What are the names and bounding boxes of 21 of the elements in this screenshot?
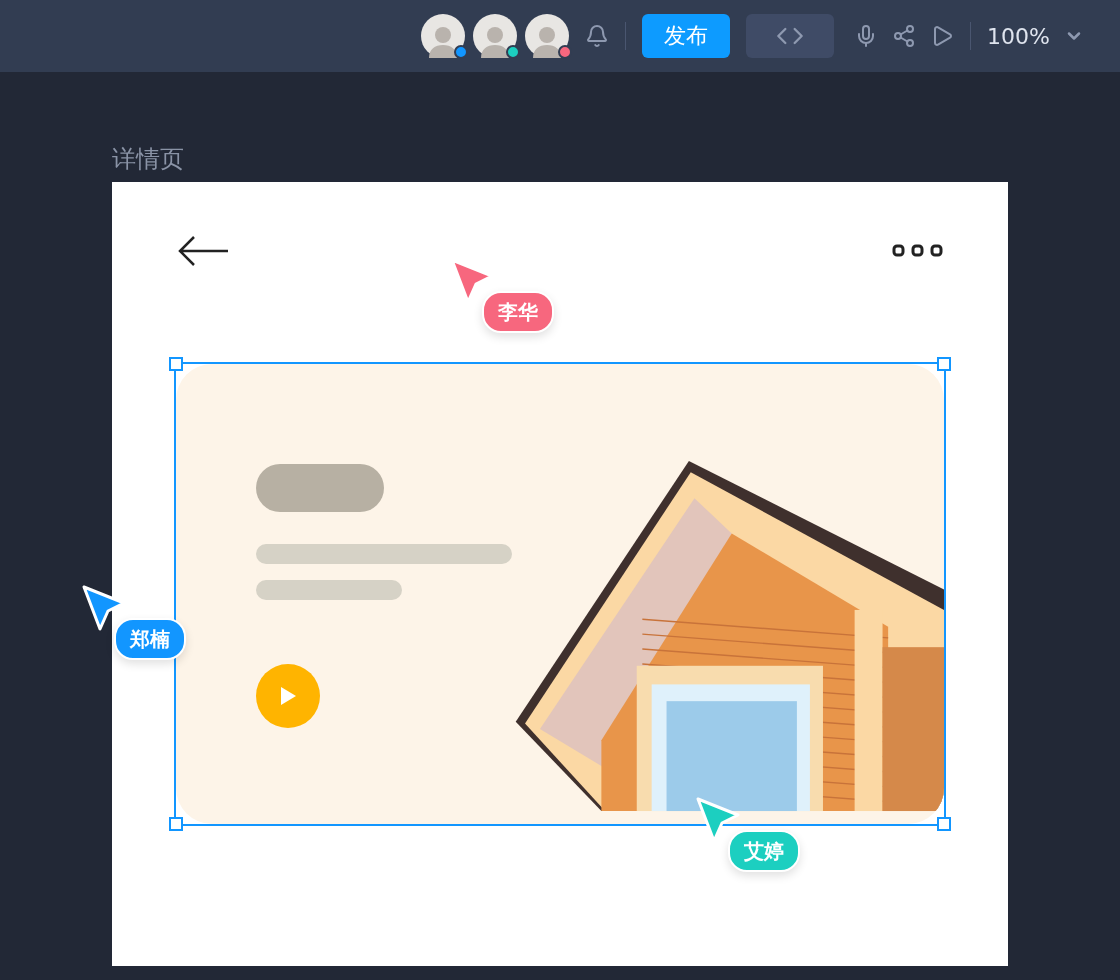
resize-handle[interactable] — [937, 357, 951, 371]
user-avatar[interactable] — [421, 14, 466, 58]
user-avatar[interactable] — [525, 14, 570, 58]
code-button[interactable] — [746, 14, 835, 58]
user-name-tag: 郑楠 — [114, 618, 186, 660]
page-title: 详情页 — [112, 144, 185, 175]
resize-handle[interactable] — [169, 357, 183, 371]
person-silhouette-icon — [428, 24, 459, 58]
user-name-tag: 李华 — [482, 291, 554, 333]
user-name-tag: 艾婷 — [728, 830, 800, 872]
share-icon[interactable] — [892, 24, 917, 48]
notification-bell-icon[interactable] — [585, 24, 610, 48]
resize-handle[interactable] — [169, 817, 183, 831]
zoom-level-dropdown[interactable]: 100% — [987, 23, 1050, 49]
resize-handle[interactable] — [937, 817, 951, 831]
person-silhouette-icon — [480, 24, 511, 58]
more-icon[interactable] — [892, 244, 944, 258]
play-icon — [278, 685, 298, 707]
person-silhouette-icon — [532, 24, 563, 58]
user-avatar[interactable] — [473, 14, 518, 58]
back-arrow-icon[interactable] — [176, 234, 230, 268]
